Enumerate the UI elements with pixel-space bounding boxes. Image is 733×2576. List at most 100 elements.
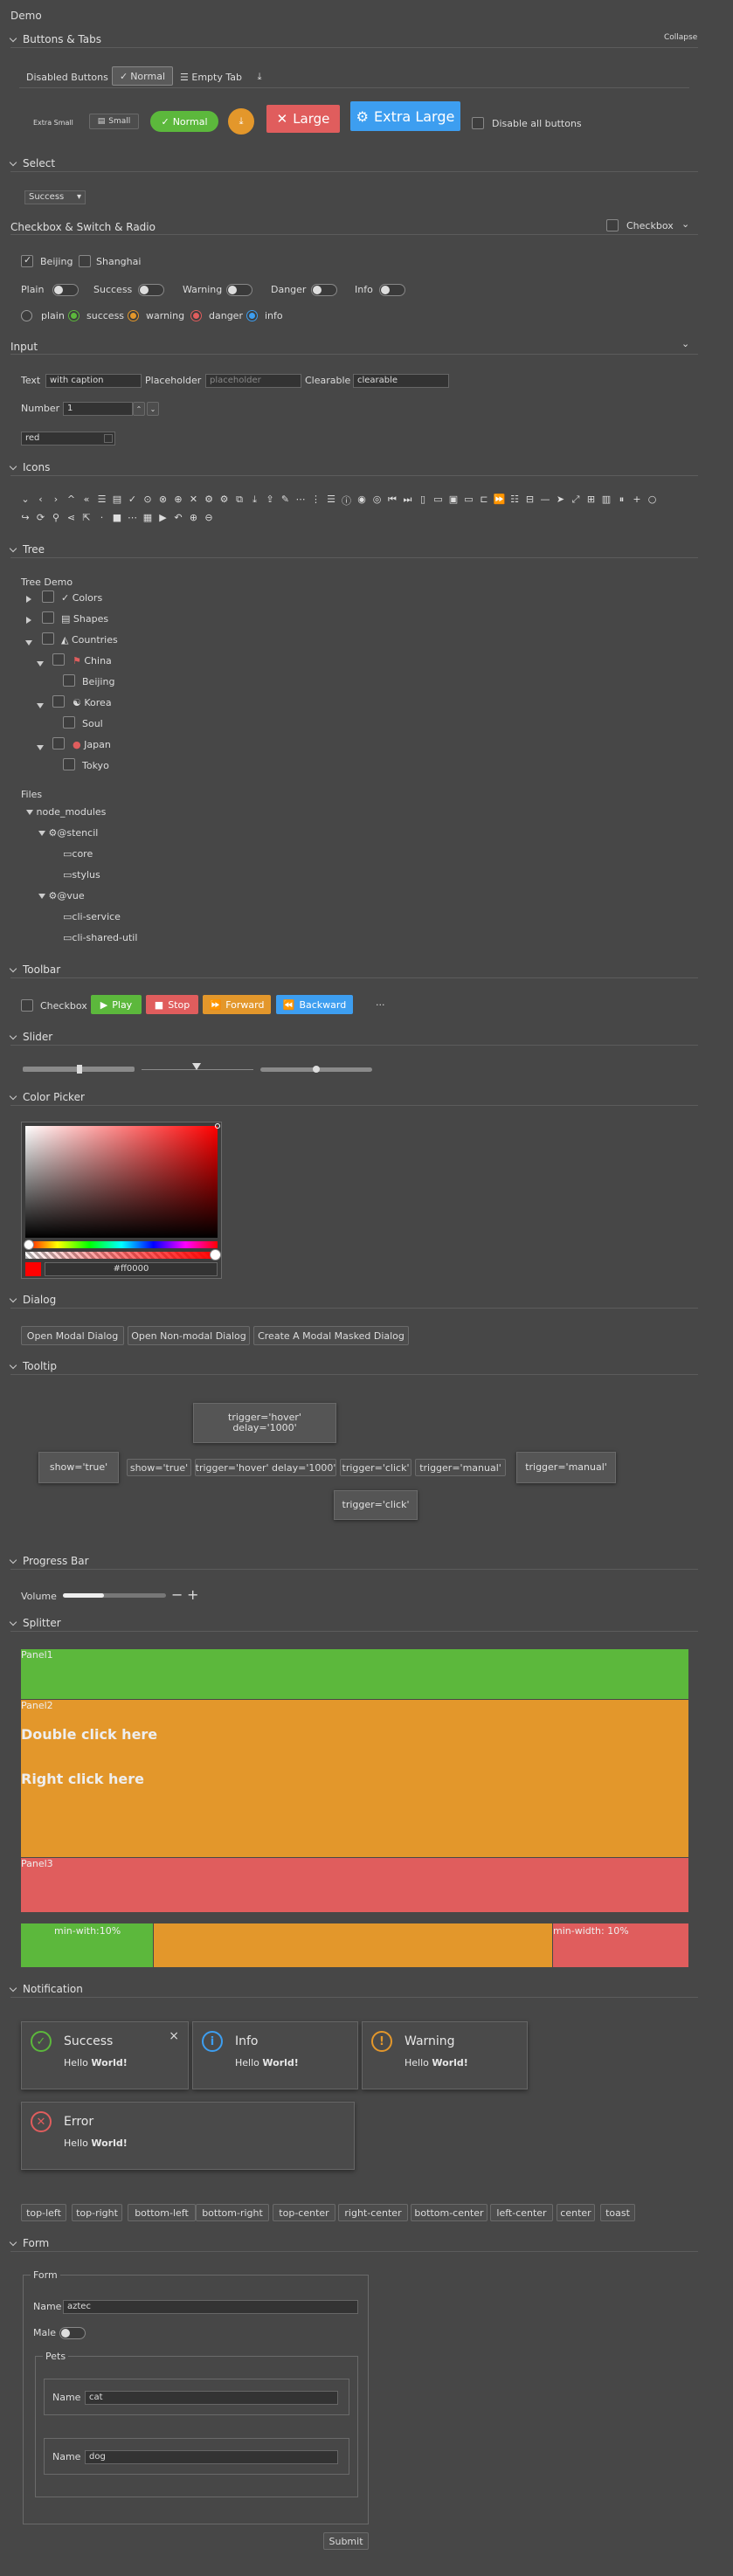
section-splitter[interactable]: Splitter (9, 1617, 61, 1629)
color-saturation-area[interactable] (25, 1123, 220, 1238)
tree-node-china[interactable] (37, 657, 44, 669)
radio-warning[interactable] (128, 310, 139, 321)
create-modal-masked-dialog-button[interactable]: Create A Modal Masked Dialog (253, 1326, 409, 1345)
number-input[interactable]: 1 (63, 402, 133, 416)
section-tree[interactable]: Tree (9, 543, 45, 556)
splitter-h-left[interactable]: min-with:10% (21, 1923, 153, 1967)
position-bottom-center-button[interactable]: bottom-center (411, 2204, 488, 2221)
section-tooltip[interactable]: Tooltip (9, 1360, 57, 1372)
position-left-center-button[interactable]: left-center (490, 2204, 553, 2221)
section-dialog[interactable]: Dialog (9, 1294, 56, 1306)
section-icons[interactable]: Icons (9, 461, 50, 473)
more-button[interactable]: ··· (376, 999, 385, 1011)
radio-success[interactable] (68, 310, 80, 321)
section-buttons-tabs[interactable]: Buttons & Tabs (9, 33, 101, 45)
clearable-input[interactable]: clearable (353, 374, 449, 388)
splitter-h-right[interactable]: min-width: 10% (553, 1923, 688, 1967)
extra-small-button[interactable]: Extra Small (33, 119, 73, 127)
show-true-button[interactable]: show='true' (127, 1459, 191, 1476)
number-down-button[interactable]: ⌄ (147, 402, 159, 416)
tree-node-countries[interactable] (25, 636, 32, 648)
small-button[interactable]: ▤ Small (89, 114, 139, 129)
download-icon[interactable]: ⤓ (253, 71, 266, 83)
tree-checkbox-shapes[interactable] (42, 611, 54, 624)
trigger-manual-button[interactable]: trigger='manual' (415, 1459, 506, 1476)
position-right-center-button[interactable]: right-center (338, 2204, 408, 2221)
position-top-center-button[interactable]: top-center (273, 2204, 335, 2221)
placeholder-input[interactable]: placeholder (205, 374, 301, 388)
section-notification[interactable]: Notification (9, 1983, 83, 1995)
tree-folder-stencil[interactable]: ⚙@stencil (38, 827, 98, 839)
splitter-panel-3[interactable]: Panel3 (21, 1858, 688, 1912)
splitter-panel-2[interactable]: Panel2 Double click here Right click her… (21, 1700, 688, 1857)
tree-node-korea[interactable] (37, 699, 44, 711)
text-input[interactable]: with caption (45, 374, 142, 388)
header-checkbox[interactable] (606, 219, 619, 231)
download-round-button[interactable]: ⤓ (228, 108, 254, 135)
collapse-button[interactable]: Collapse (664, 33, 697, 42)
switch-info[interactable] (379, 284, 405, 296)
slider-2-track[interactable] (142, 1063, 253, 1070)
submit-button[interactable]: Submit (323, 2532, 369, 2550)
tree-checkbox-beijing[interactable] (63, 674, 75, 687)
position-top-left-button[interactable]: top-left (21, 2204, 66, 2221)
color-input[interactable]: red (21, 432, 115, 445)
large-button[interactable]: ✕ Large (266, 105, 340, 133)
switch-success[interactable] (138, 284, 164, 296)
switch-plain[interactable] (52, 284, 79, 296)
section-color-picker[interactable]: Color Picker (9, 1091, 85, 1103)
tree-checkbox-tokyo[interactable] (63, 758, 75, 770)
splitter-panel-1[interactable]: Panel1 (21, 1649, 688, 1699)
tree-folder-core[interactable]: ▭core (63, 848, 93, 860)
volume-minus-button[interactable]: − (171, 1586, 183, 1603)
close-icon[interactable]: × (169, 2029, 179, 2043)
chevron-down-icon[interactable]: ⌄ (681, 338, 689, 349)
radio-info[interactable] (246, 310, 258, 321)
slider-1-track[interactable] (23, 1065, 135, 1074)
form-name-input[interactable]: aztec (63, 2300, 358, 2314)
volume-plus-button[interactable]: + (187, 1586, 198, 1603)
tree-node-japan[interactable] (37, 741, 44, 753)
number-up-button[interactable]: ⌃ (133, 402, 145, 416)
disable-all-checkbox[interactable] (472, 117, 484, 129)
alpha-slider[interactable] (25, 1249, 221, 1260)
tree-checkbox-countries[interactable] (42, 632, 54, 645)
checkbox-beijing[interactable]: ✓ (21, 254, 33, 267)
tree-checkbox-korea[interactable] (52, 695, 65, 708)
section-slider[interactable]: Slider (9, 1031, 52, 1043)
section-toolbar[interactable]: Toolbar (9, 963, 60, 976)
tree-node-colors[interactable] (26, 593, 31, 605)
position-bottom-right-button[interactable]: bottom-right (196, 2204, 269, 2221)
backward-button[interactable]: ⏪ Backward (276, 995, 353, 1014)
tree-checkbox-soul[interactable] (63, 716, 75, 729)
switch-danger[interactable] (311, 284, 337, 296)
tree-checkbox-china[interactable] (52, 653, 65, 666)
open-modal-dialog-button[interactable]: Open Modal Dialog (21, 1326, 124, 1345)
position-center-button[interactable]: center (557, 2204, 595, 2221)
play-button[interactable]: ▶ Play (91, 995, 142, 1014)
select-dropdown[interactable]: Success ▾ (24, 190, 86, 204)
radio-danger[interactable] (190, 310, 202, 321)
tree-folder-cli-shared-util[interactable]: ▭cli-shared-util (63, 932, 137, 943)
section-select[interactable]: Select (9, 157, 55, 169)
splitter-h-center[interactable] (154, 1923, 552, 1967)
section-progress-bar[interactable]: Progress Bar (9, 1555, 89, 1567)
position-top-right-button[interactable]: top-right (72, 2204, 122, 2221)
tab-disabled-buttons[interactable]: Disabled Buttons (26, 72, 108, 83)
tab-normal[interactable]: ✓ Normal (112, 66, 173, 86)
tree-folder-stylus[interactable]: ▭stylus (63, 869, 100, 881)
normal-button[interactable]: ✓ Normal (150, 111, 218, 132)
hover-delay-button[interactable]: trigger='hover' delay='1000' (195, 1459, 336, 1476)
tree-node-shapes[interactable] (26, 614, 31, 626)
tab-empty[interactable]: ☰ Empty Tab (180, 72, 242, 83)
trigger-click-button[interactable]: trigger='click' (340, 1459, 411, 1476)
pet-1-name-input[interactable]: cat (85, 2391, 338, 2405)
toolbar-checkbox[interactable] (21, 999, 33, 1012)
tree-folder-cli-service[interactable]: ▭cli-service (63, 911, 121, 922)
position-bottom-left-button[interactable]: bottom-left (128, 2204, 196, 2221)
open-non-modal-dialog-button[interactable]: Open Non-modal Dialog (128, 1326, 250, 1345)
switch-warning[interactable] (226, 284, 252, 296)
forward-button[interactable]: ⏩ Forward (203, 995, 271, 1014)
slider-3-track[interactable] (260, 1066, 372, 1073)
hex-input[interactable]: #ff0000 (45, 1262, 218, 1276)
